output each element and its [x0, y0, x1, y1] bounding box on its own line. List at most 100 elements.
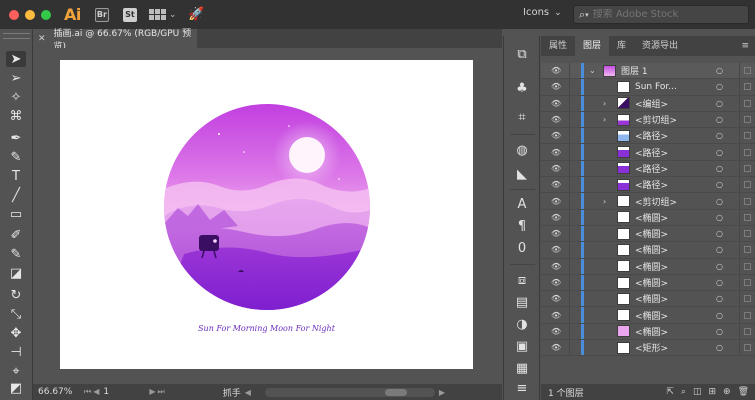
artboard-nav-next-icon[interactable]: ▶⏭	[149, 387, 166, 397]
selection-square[interactable]	[744, 327, 751, 335]
artboards-panel-icon[interactable]: ⧉	[513, 46, 531, 62]
artboard[interactable]: Sun For Morning Moon For Night	[60, 60, 473, 369]
layer-name[interactable]: <椭圆>	[635, 211, 668, 224]
clipping-mask-icon[interactable]: ◫	[693, 387, 702, 397]
new-layer-icon[interactable]: ⊕	[723, 387, 731, 397]
lock-column[interactable]	[569, 128, 570, 144]
chevron-right-icon[interactable]: ›	[603, 197, 606, 206]
lock-column[interactable]	[569, 111, 570, 128]
close-icon[interactable]: ✕	[38, 34, 46, 44]
visibility-eye-icon[interactable]: 👁	[551, 213, 561, 222]
visibility-eye-icon[interactable]: 👁	[551, 66, 561, 75]
layer-name[interactable]: <椭圆>	[635, 227, 668, 240]
layer-name[interactable]: <路径>	[635, 129, 668, 142]
lock-column[interactable]	[569, 63, 570, 79]
stock-search[interactable]: ⌕ ▾	[573, 5, 749, 24]
sublayer-row[interactable]: 👁 <椭圆> ○	[541, 258, 755, 275]
chevron-right-icon[interactable]: ›	[603, 99, 606, 108]
width-tool-icon[interactable]: ⊣	[6, 344, 26, 360]
lock-column[interactable]	[569, 258, 570, 274]
selection-square[interactable]	[744, 279, 751, 286]
layer-name[interactable]: Sun For...	[635, 82, 677, 92]
scroll-left-icon[interactable]: ◀	[245, 388, 251, 397]
lock-column[interactable]	[569, 95, 570, 111]
puppet-warp-tool-icon[interactable]: ✥	[6, 325, 26, 341]
lock-column[interactable]	[569, 323, 570, 340]
selection-square[interactable]	[744, 213, 751, 221]
selection-square[interactable]	[744, 181, 751, 189]
visibility-eye-icon[interactable]: 👁	[551, 278, 561, 287]
magic-wand-tool-icon[interactable]: ✧	[6, 89, 26, 105]
delete-icon[interactable]: 🗑	[738, 387, 749, 397]
visibility-eye-icon[interactable]: 👁	[551, 180, 561, 189]
selection-square[interactable]	[744, 132, 751, 140]
sublayer-row[interactable]: 👁 <椭圆> ○	[541, 209, 755, 226]
graphic-styles-panel-icon[interactable]: ▦	[513, 360, 531, 376]
artboard-number[interactable]: 1	[103, 387, 143, 397]
sublayer-row[interactable]: 👁 <路径> ○	[541, 177, 755, 194]
visibility-eye-icon[interactable]: 👁	[551, 245, 561, 254]
eraser-tool-icon[interactable]: ◪	[6, 265, 26, 281]
stock-search-input[interactable]	[592, 9, 733, 20]
layer-name[interactable]: <矩形>	[635, 341, 668, 354]
sublayer-row[interactable]: 👁 <椭圆> ○	[541, 225, 755, 243]
target-circle-icon[interactable]: ○	[716, 148, 723, 157]
lock-column[interactable]	[569, 144, 570, 160]
target-circle-icon[interactable]: ○	[716, 229, 723, 238]
target-circle-icon[interactable]: ○	[716, 343, 723, 352]
visibility-eye-icon[interactable]: 👁	[551, 327, 561, 336]
target-circle-icon[interactable]: ○	[716, 99, 723, 108]
layer-name[interactable]: <路径>	[635, 146, 668, 159]
sublayer-row[interactable]: 👁 <路径> ○	[541, 160, 755, 178]
layer-row[interactable]: 👁 ⌄ 图层 1 ○	[541, 63, 755, 80]
selection-square[interactable]	[744, 344, 751, 352]
target-circle-icon[interactable]: ○	[716, 213, 723, 222]
selection-square[interactable]	[744, 295, 751, 303]
gradient-panel-icon[interactable]: ▤	[513, 294, 531, 310]
perspective-grid-tool-icon[interactable]: ◩	[6, 380, 26, 396]
line-tool-icon[interactable]: ╱	[6, 187, 26, 203]
target-circle-icon[interactable]: ○	[716, 164, 723, 173]
sublayer-row[interactable]: 👁 Sun For... ○	[541, 79, 755, 96]
lock-column[interactable]	[569, 79, 570, 95]
layer-name[interactable]: <椭圆>	[635, 325, 668, 338]
scroll-right-icon[interactable]: ▶	[439, 388, 445, 397]
sublayer-row[interactable]: 👁 <椭圆> ○	[541, 323, 755, 341]
appearance-panel-icon[interactable]: ▣	[513, 338, 531, 354]
target-circle-icon[interactable]: ○	[716, 327, 723, 336]
lasso-tool-icon[interactable]: ⌘	[6, 108, 26, 124]
visibility-eye-icon[interactable]: 👁	[551, 262, 561, 271]
pen-tool-icon[interactable]: ✒	[6, 130, 26, 146]
arrange-documents-icon[interactable]	[148, 9, 166, 20]
target-circle-icon[interactable]: ○	[716, 262, 723, 271]
sublayer-row[interactable]: 👁 <矩形> ○	[541, 340, 755, 357]
selection-square[interactable]	[744, 148, 751, 156]
curvature-tool-icon[interactable]: ✎	[6, 149, 26, 165]
layer-name[interactable]: <路径>	[635, 178, 668, 191]
lock-column[interactable]	[569, 291, 570, 307]
layer-name[interactable]: <椭圆>	[635, 260, 668, 273]
new-sublayer-icon[interactable]: ⊞	[708, 387, 716, 397]
horizontal-scrollbar[interactable]	[264, 387, 435, 397]
layer-name[interactable]: <剪切组>	[635, 113, 677, 126]
selection-square[interactable]	[744, 197, 751, 205]
selection-square[interactable]	[744, 67, 751, 75]
opentype-panel-icon[interactable]: 0	[513, 240, 531, 256]
zoom-window-button[interactable]	[41, 9, 51, 20]
symbols-panel-icon[interactable]: ♣	[513, 80, 531, 96]
bridge-button[interactable]: Br	[94, 7, 109, 22]
shaper-tool-icon[interactable]: ✎	[6, 246, 26, 262]
export-icon[interactable]: ⇱	[666, 387, 674, 397]
visibility-eye-icon[interactable]: 👁	[551, 343, 561, 352]
visibility-eye-icon[interactable]: 👁	[551, 115, 561, 124]
chevron-down-icon[interactable]: ⌄	[169, 10, 177, 20]
selection-square[interactable]	[744, 311, 751, 319]
target-circle-icon[interactable]: ○	[716, 197, 723, 206]
target-circle-icon[interactable]: ○	[716, 278, 723, 287]
chevron-down-icon[interactable]: ⌄	[589, 66, 596, 75]
rotate-tool-icon[interactable]: ↻	[6, 287, 26, 303]
sublayer-row[interactable]: 👁 <椭圆> ○	[541, 242, 755, 259]
canvas-area[interactable]: Sun For Morning Moon For Night	[33, 48, 502, 382]
artboard-nav-prev-icon[interactable]: ⏮◀	[84, 387, 101, 397]
layer-name[interactable]: <路径>	[635, 162, 668, 175]
